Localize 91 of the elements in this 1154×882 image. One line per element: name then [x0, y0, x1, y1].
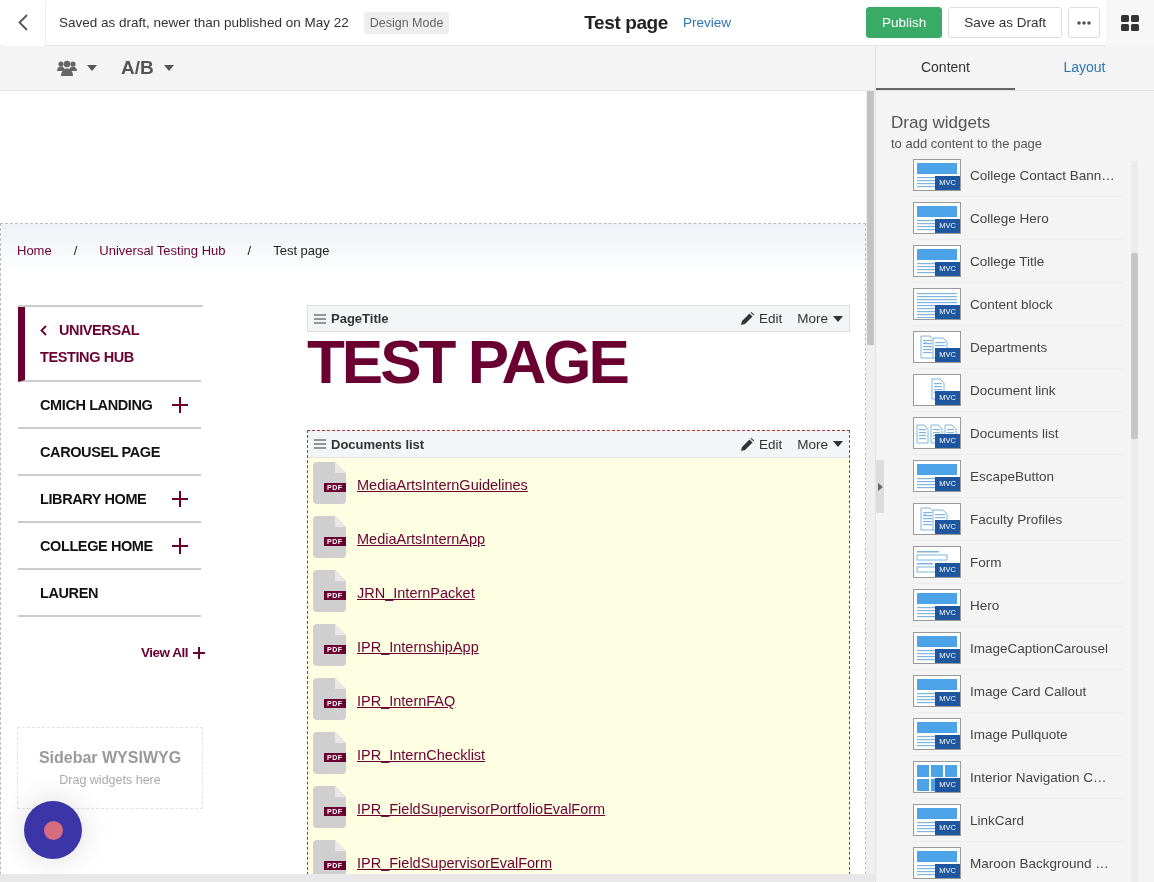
widget-label[interactable]: Image Card Callout [970, 683, 1087, 699]
widget-header[interactable]: PageTitle Edit More [307, 305, 850, 332]
widget-frame[interactable] [307, 430, 850, 874]
document-link[interactable]: MediaArtsInternGuidelines [357, 477, 528, 493]
grid-thumbnail-drawing [915, 763, 959, 791]
document-link[interactable]: IPR_FieldSupervisorEvalForm [357, 855, 552, 871]
panel-tab[interactable]: Content [876, 46, 1015, 90]
widget-label[interactable]: Content block [970, 296, 1053, 312]
ab-test-dropdown[interactable]: A/B [121, 57, 174, 79]
more-dropdown[interactable]: More [797, 436, 843, 452]
widget-label[interactable]: EscapeButton [970, 468, 1055, 484]
widget-label[interactable]: College Title [970, 253, 1045, 269]
save-draft-button[interactable]: Save as Draft [948, 7, 1062, 38]
page-heading: TEST PAGE [307, 332, 629, 390]
edit-button[interactable]: Edit [740, 436, 783, 452]
nav-item[interactable]: CAROUSEL PAGE [18, 429, 201, 476]
nav-link[interactable]: COLLEGE HOME [40, 537, 153, 554]
document-link[interactable]: JRN_InternPacket [357, 585, 475, 601]
widget-label[interactable]: Departments [970, 339, 1048, 355]
breadcrumb-current: Test page [273, 242, 330, 258]
document-link[interactable]: MediaArtsInternApp [357, 531, 486, 547]
grid-icon [1121, 14, 1139, 31]
preview-link[interactable]: Preview [682, 15, 731, 30]
nav-item[interactable]: COLLEGE HOME [18, 523, 201, 570]
widget-label[interactable]: Image Pullquote [970, 726, 1068, 742]
chevron-left-icon [40, 324, 47, 336]
mode-badge: Design Mode [363, 11, 450, 34]
widget-label[interactable]: ImageCaptionCarousel [970, 640, 1109, 656]
nav-link[interactable]: CAROUSEL PAGE [40, 443, 160, 460]
caret-icon [833, 441, 843, 447]
more-icon [1077, 20, 1091, 25]
view-all-link[interactable]: View All [140, 645, 205, 660]
widget-label[interactable]: Hero [970, 597, 1000, 613]
nav-link[interactable]: LAUREN [40, 584, 98, 601]
breadcrumb-separator: / [247, 242, 252, 258]
caret-icon [163, 65, 174, 71]
widgets-toggle[interactable] [1106, 0, 1154, 46]
plus-icon[interactable] [172, 537, 188, 554]
more-dropdown[interactable]: More [797, 311, 843, 326]
panel-subheading: to add content to the page [891, 136, 1044, 151]
nav-link[interactable]: LIBRARY HOME [40, 490, 147, 507]
people-icon [57, 60, 77, 76]
plus-icon[interactable] [172, 490, 188, 507]
document-link[interactable]: IPR_InternshipApp [357, 639, 479, 655]
panel-collapse-handle[interactable] [876, 460, 884, 513]
nav-item[interactable]: CMICH LANDING [18, 382, 201, 429]
document-link[interactable]: IPR_InternFAQ [357, 693, 456, 709]
plus-icon[interactable] [172, 396, 188, 413]
page-title: Test page [584, 11, 668, 34]
nav-link[interactable]: CMICH LANDING [40, 396, 153, 413]
widget-label[interactable]: Form [970, 554, 1002, 570]
nav-item[interactable]: LAUREN [18, 570, 201, 617]
personas-dropdown[interactable] [57, 60, 97, 76]
widget-label[interactable]: College Hero [970, 210, 1049, 226]
widget-frame[interactable]: PageTitle Edit More TEST PAGE [307, 305, 850, 390]
pencil-icon [740, 312, 754, 325]
widget-name: PageTitle [331, 311, 389, 326]
widget-label[interactable]: Documents list [970, 425, 1059, 441]
back-button[interactable] [0, 0, 46, 46]
nav-item[interactable]: LIBRARY HOME [18, 476, 201, 523]
pencil-icon [740, 437, 754, 451]
scrollbar[interactable] [0, 874, 875, 882]
floating-button[interactable] [24, 801, 82, 859]
caret-icon [87, 65, 97, 71]
chevron-left-icon [17, 14, 28, 31]
drop-zone-hint: Drag widgets here [59, 773, 161, 787]
caret-icon [833, 315, 843, 322]
widget-label[interactable]: Document link [970, 382, 1056, 398]
document-link[interactable]: IPR_FieldSupervisorPortfolioEvalForm [357, 801, 606, 817]
panel-heading: Drag widgets [891, 113, 992, 133]
document-link[interactable]: IPR_InternChecklist [357, 747, 486, 763]
breadcrumb-link[interactable]: Home [17, 242, 52, 258]
scrollbar[interactable] [1131, 161, 1138, 882]
widget-label[interactable]: LinkCard [970, 812, 1025, 828]
drag-handle-icon[interactable] [314, 439, 326, 449]
panel-tab[interactable]: Layout [1015, 46, 1154, 90]
widget-label[interactable]: Maroon Background … [970, 855, 1109, 871]
more-button[interactable] [1068, 7, 1100, 38]
edit-button[interactable]: Edit [740, 311, 783, 326]
widget-name: Documents list [331, 436, 425, 452]
widget-label[interactable]: College Contact Bann… [970, 167, 1115, 183]
widget-header[interactable]: Documents list Edit More [308, 431, 849, 458]
widget-label[interactable]: Interior Navigation C… [970, 769, 1107, 785]
drag-handle-icon[interactable] [314, 313, 326, 324]
plus-icon [193, 646, 205, 659]
breadcrumb-link[interactable]: Universal Testing Hub [99, 242, 226, 258]
nav-parent-link[interactable]: UNIVERSAL TESTING HUB [18, 307, 201, 382]
breadcrumb-separator: / [73, 242, 78, 258]
widget-label[interactable]: Faculty Profiles [970, 511, 1063, 527]
save-status: Saved as draft, newer than published on May 22 [59, 15, 349, 30]
drop-zone-title: Sidebar WYSIWYG [38, 749, 182, 767]
